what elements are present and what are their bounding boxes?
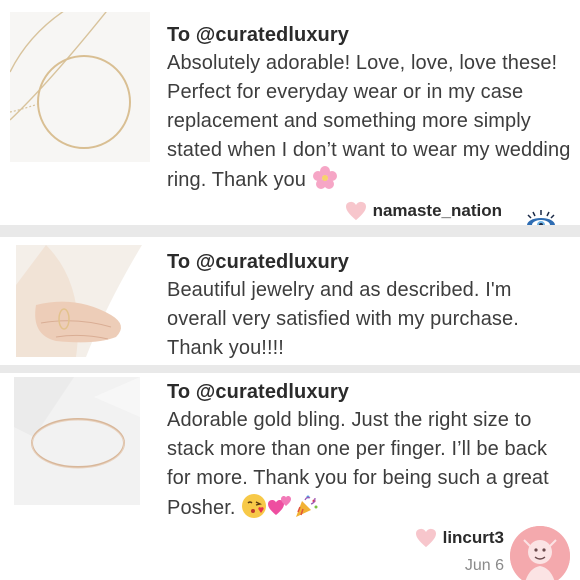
review-card-3: To @curatedluxury Adorable gold bling. J… bbox=[0, 373, 580, 580]
product-thumbnail-ring-on-hand[interactable] bbox=[16, 245, 142, 357]
evil-eye-avatar-image bbox=[522, 203, 560, 225]
product-thumbnail-thin-ring[interactable] bbox=[14, 377, 140, 505]
review-recipient: To @curatedluxury bbox=[167, 24, 349, 46]
circle-necklace-image bbox=[10, 12, 150, 162]
review-date: Jun 6 bbox=[464, 557, 504, 574]
separator bbox=[0, 225, 580, 237]
cherry-blossom-icon bbox=[312, 165, 338, 200]
hand-ring-image bbox=[16, 245, 142, 357]
review-message: Beautiful jewelry and as described. I'm … bbox=[167, 279, 519, 359]
review-message: Adorable gold bling. Just the right size… bbox=[167, 406, 572, 528]
review-message: Absolutely adorable! Love, love, love th… bbox=[167, 49, 572, 200]
separator bbox=[0, 365, 580, 373]
pink-figure-avatar-image bbox=[510, 526, 570, 580]
heart-icon bbox=[415, 528, 436, 548]
review-card-2: To @curatedluxury Beautiful jewelry and … bbox=[0, 237, 580, 365]
username[interactable]: lincurt3 bbox=[443, 528, 504, 548]
face-blowing-kiss-icon bbox=[241, 493, 267, 528]
heart-icon bbox=[345, 201, 366, 221]
review-recipient: To @curatedluxury bbox=[167, 381, 349, 403]
two-hearts-icon bbox=[267, 493, 293, 528]
user-avatar[interactable] bbox=[522, 203, 560, 225]
review-author[interactable]: lincurt3 bbox=[415, 528, 504, 548]
party-popper-icon bbox=[293, 493, 319, 528]
review-recipient: To @curatedluxury bbox=[167, 251, 349, 273]
product-thumbnail-circle-necklace[interactable] bbox=[10, 12, 150, 162]
user-avatar[interactable] bbox=[510, 526, 570, 580]
review-author[interactable]: namaste_nation bbox=[345, 201, 502, 221]
username[interactable]: namaste_nation bbox=[373, 201, 502, 221]
thin-ring-image bbox=[14, 377, 140, 505]
review-card-1: To @curatedluxury Absolutely adorable! L… bbox=[0, 0, 580, 225]
